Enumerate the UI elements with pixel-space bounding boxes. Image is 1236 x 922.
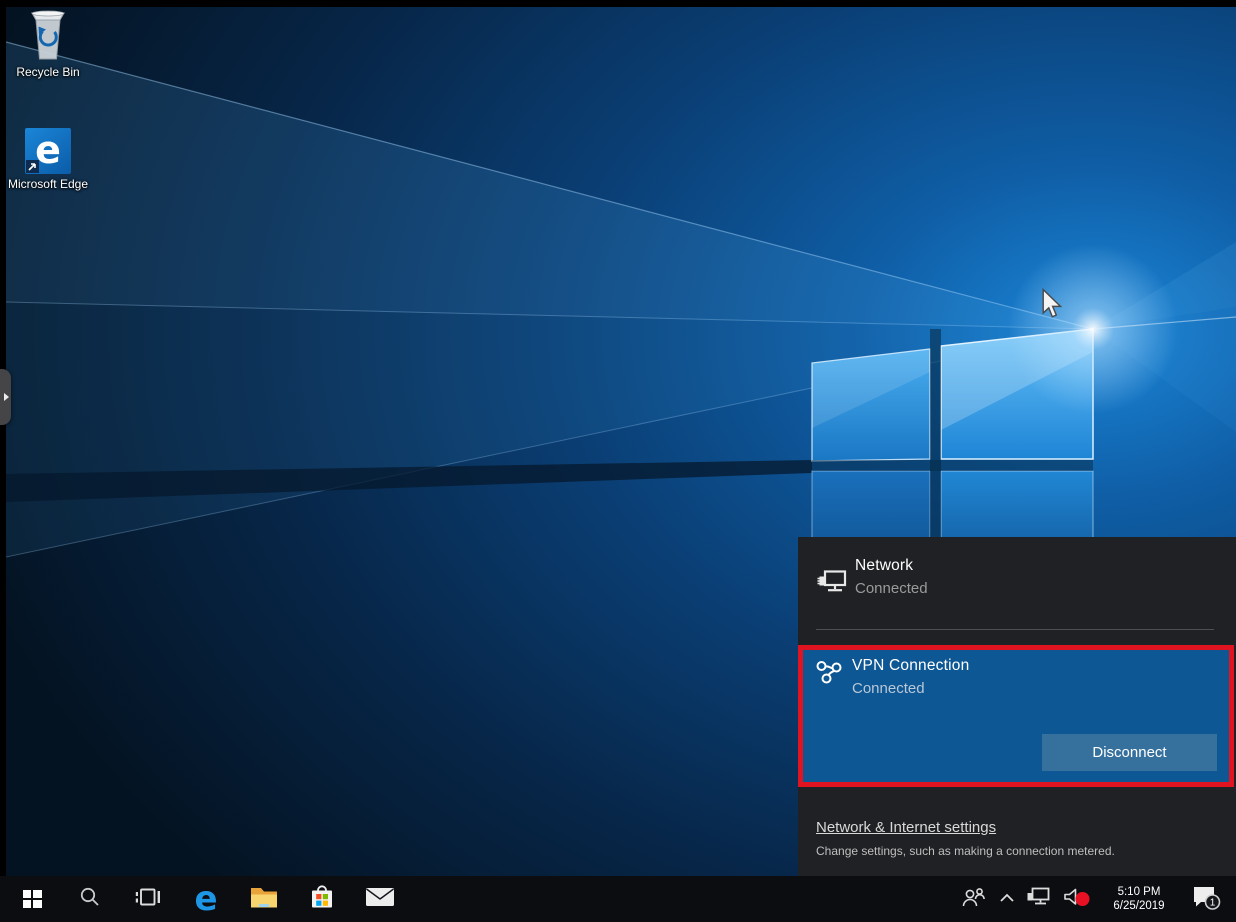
shortcut-arrow-icon xyxy=(26,160,39,173)
file-explorer-button[interactable] xyxy=(240,876,288,922)
desktop-icon-microsoft-edge[interactable]: e Microsoft Edge xyxy=(5,122,91,191)
search-icon xyxy=(78,885,102,914)
folder-icon xyxy=(249,885,279,914)
edge-taskbar-button[interactable]: e xyxy=(182,876,230,922)
edge-logo-icon: e xyxy=(5,122,91,174)
volume-icon xyxy=(1062,885,1094,914)
volume-alert-badge xyxy=(1076,892,1090,906)
store-icon xyxy=(309,884,335,915)
clock-time: 5:10 PM xyxy=(1113,885,1164,899)
recycle-bin-icon xyxy=(5,10,91,62)
store-button[interactable] xyxy=(298,876,346,922)
desktop-icon-label: Recycle Bin xyxy=(5,65,91,79)
network-tray-button[interactable] xyxy=(1022,876,1056,922)
ethernet-icon xyxy=(817,568,849,601)
network-internet-settings-link[interactable]: Network & Internet settings xyxy=(816,819,996,836)
side-panel-handle[interactable] xyxy=(0,369,11,425)
mail-icon xyxy=(365,886,395,913)
network-status: Connected xyxy=(855,580,928,597)
volume-button[interactable] xyxy=(1056,876,1100,922)
show-hidden-icons-button[interactable] xyxy=(992,876,1022,922)
disconnect-button[interactable]: Disconnect xyxy=(1042,734,1217,771)
vpn-icon xyxy=(815,659,845,692)
annotation-red-box: VPN Connection Connected Disconnect xyxy=(798,645,1234,787)
start-button[interactable] xyxy=(8,876,56,922)
desktop-icon-label: Microsoft Edge xyxy=(5,177,91,191)
windows-logo-icon xyxy=(23,890,42,908)
settings-description: Change settings, such as making a connec… xyxy=(816,844,1115,858)
network-tray-icon xyxy=(1026,886,1052,913)
mail-button[interactable] xyxy=(356,876,404,922)
notification-count-badge: 1 xyxy=(1210,897,1216,908)
network-flyout: Network Connected VPN Connection xyxy=(798,537,1236,876)
people-icon xyxy=(961,886,985,913)
action-center-icon: 1 xyxy=(1189,883,1221,916)
people-button[interactable] xyxy=(954,876,992,922)
task-view-icon xyxy=(135,886,161,913)
windows-desktop-screen: Recycle Bin e Microsoft Edge xyxy=(0,0,1236,922)
vpn-item[interactable]: VPN Connection Connected Disconnect xyxy=(803,650,1229,782)
search-button[interactable] xyxy=(66,876,114,922)
action-center-button[interactable]: 1 xyxy=(1178,876,1232,922)
clock-date: 6/25/2019 xyxy=(1113,899,1164,913)
network-title: Network xyxy=(855,557,928,575)
arrow-right-icon xyxy=(4,393,9,401)
vpn-title: VPN Connection xyxy=(852,657,969,675)
desktop-icon-recycle-bin[interactable]: Recycle Bin xyxy=(5,10,91,79)
vpn-status: Connected xyxy=(852,680,969,697)
edge-icon: e xyxy=(194,882,217,916)
taskbar: e xyxy=(0,876,1236,922)
clock[interactable]: 5:10 PM 6/25/2019 xyxy=(1100,876,1178,922)
flyout-divider xyxy=(816,629,1214,630)
chevron-up-icon xyxy=(999,890,1015,908)
task-view-button[interactable] xyxy=(124,876,172,922)
network-item[interactable]: Network Connected xyxy=(798,537,1236,629)
